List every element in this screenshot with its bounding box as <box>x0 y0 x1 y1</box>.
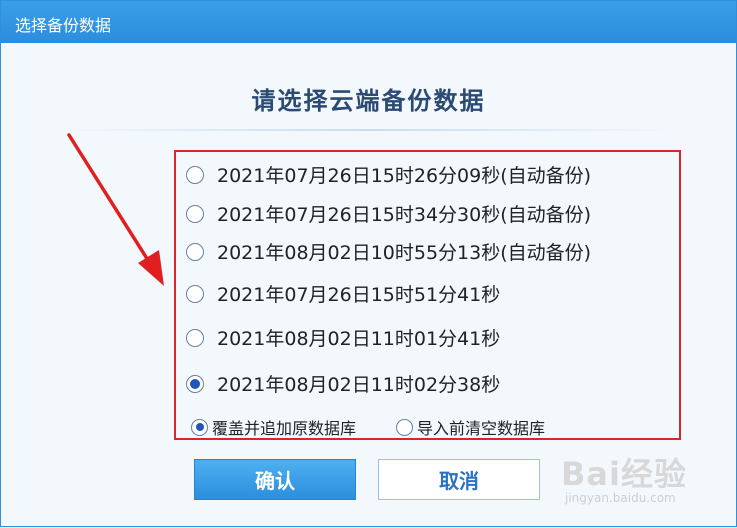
backup-option-3[interactable]: 2021年08月02日10时55分13秒(自动备份) <box>186 238 591 265</box>
dialog-heading: 请选择云端备份数据 <box>251 87 486 115</box>
backup-option-label: 2021年08月02日10时55分13秒(自动备份) <box>217 242 592 264</box>
radio-selected-icon[interactable] <box>186 374 204 393</box>
backup-option-6[interactable]: 2021年08月02日11时02分38秒 <box>186 370 500 397</box>
backup-option-1[interactable]: 2021年07月26日15时26分09秒(自动备份) <box>186 161 591 188</box>
confirm-button[interactable]: 确认 <box>194 459 356 500</box>
backup-option-label: 2021年08月02日11时01分41秒 <box>217 328 501 350</box>
watermark-url: jingyan.baidu.com <box>565 491 676 505</box>
backup-option-label: 2021年07月26日15时26分09秒(自动备份) <box>217 165 592 187</box>
radio-icon[interactable] <box>186 284 204 303</box>
cancel-button[interactable]: 取消 <box>378 459 540 500</box>
backup-option-4[interactable]: 2021年07月26日15时51分41秒 <box>186 280 500 307</box>
backup-option-label: 2021年07月26日15时34分30秒(自动备份) <box>217 204 592 226</box>
backup-option-label: 2021年07月26日15时51分41秒 <box>217 284 501 306</box>
mode-option-label: 导入前清空数据库 <box>417 419 546 438</box>
window-title: 选择备份数据 <box>15 16 112 35</box>
radio-icon[interactable] <box>186 165 204 184</box>
radio-icon[interactable] <box>396 418 413 436</box>
watermark-brand: Bai经验 <box>561 455 687 493</box>
radio-icon[interactable] <box>186 204 204 223</box>
backup-option-5[interactable]: 2021年08月02日11时01分41秒 <box>186 324 500 351</box>
radio-icon[interactable] <box>186 328 204 347</box>
mode-option-clear[interactable]: 导入前清空数据库 <box>396 415 545 439</box>
mode-option-merge[interactable]: 覆盖并追加原数据库 <box>191 415 356 439</box>
watermark: Bai经验 jingyan.baidu.com <box>561 449 687 505</box>
radio-icon[interactable] <box>186 242 204 261</box>
backup-option-label: 2021年08月02日11时02分38秒 <box>217 374 501 396</box>
backup-dialog: 选择备份数据 请选择云端备份数据 2021年07月26日15时26分09秒(自动… <box>0 0 737 527</box>
backup-option-2[interactable]: 2021年07月26日15时34分30秒(自动备份) <box>186 200 591 227</box>
radio-selected-icon[interactable] <box>191 418 208 436</box>
mode-option-label: 覆盖并追加原数据库 <box>212 419 357 438</box>
heading-divider <box>61 129 676 131</box>
title-bar[interactable]: 选择备份数据 <box>1 1 736 43</box>
